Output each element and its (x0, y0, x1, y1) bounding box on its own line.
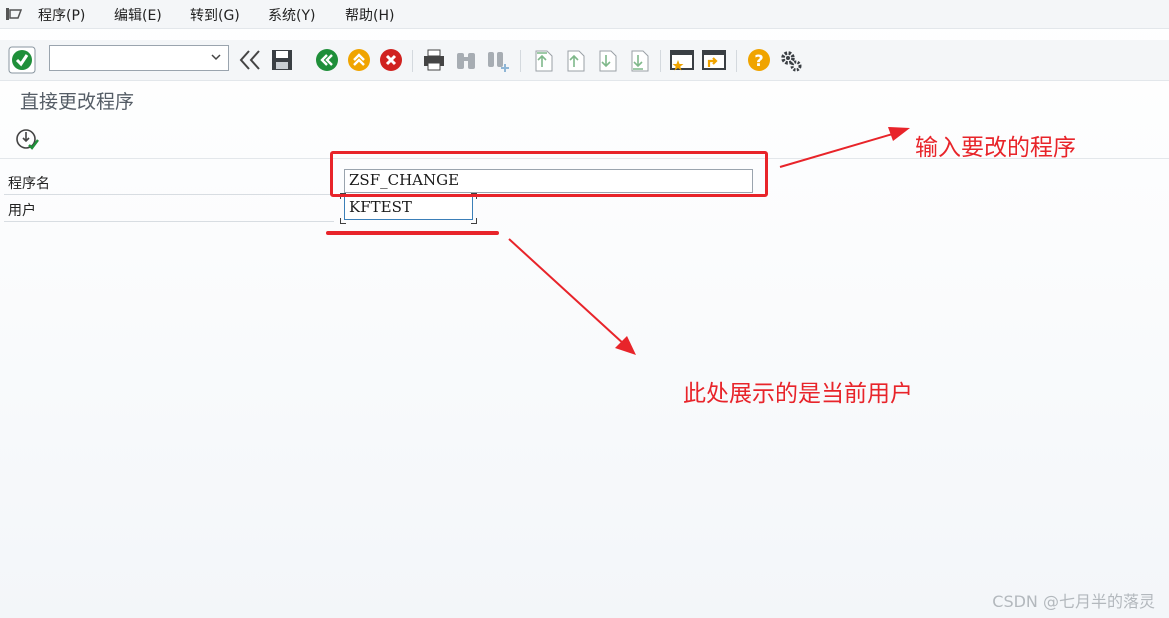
annotation-arrow-program (779, 132, 897, 168)
annotation-program-note: 输入要改的程序 (915, 135, 1076, 161)
annotation-arrow-user (508, 238, 626, 346)
annotation-arrowhead-program (888, 127, 910, 141)
annotation-arrows (508, 127, 910, 355)
annotation-user-note: 此处展示的是当前用户 (683, 381, 913, 407)
watermark: CSDN @七月半的落灵 (992, 592, 1155, 611)
